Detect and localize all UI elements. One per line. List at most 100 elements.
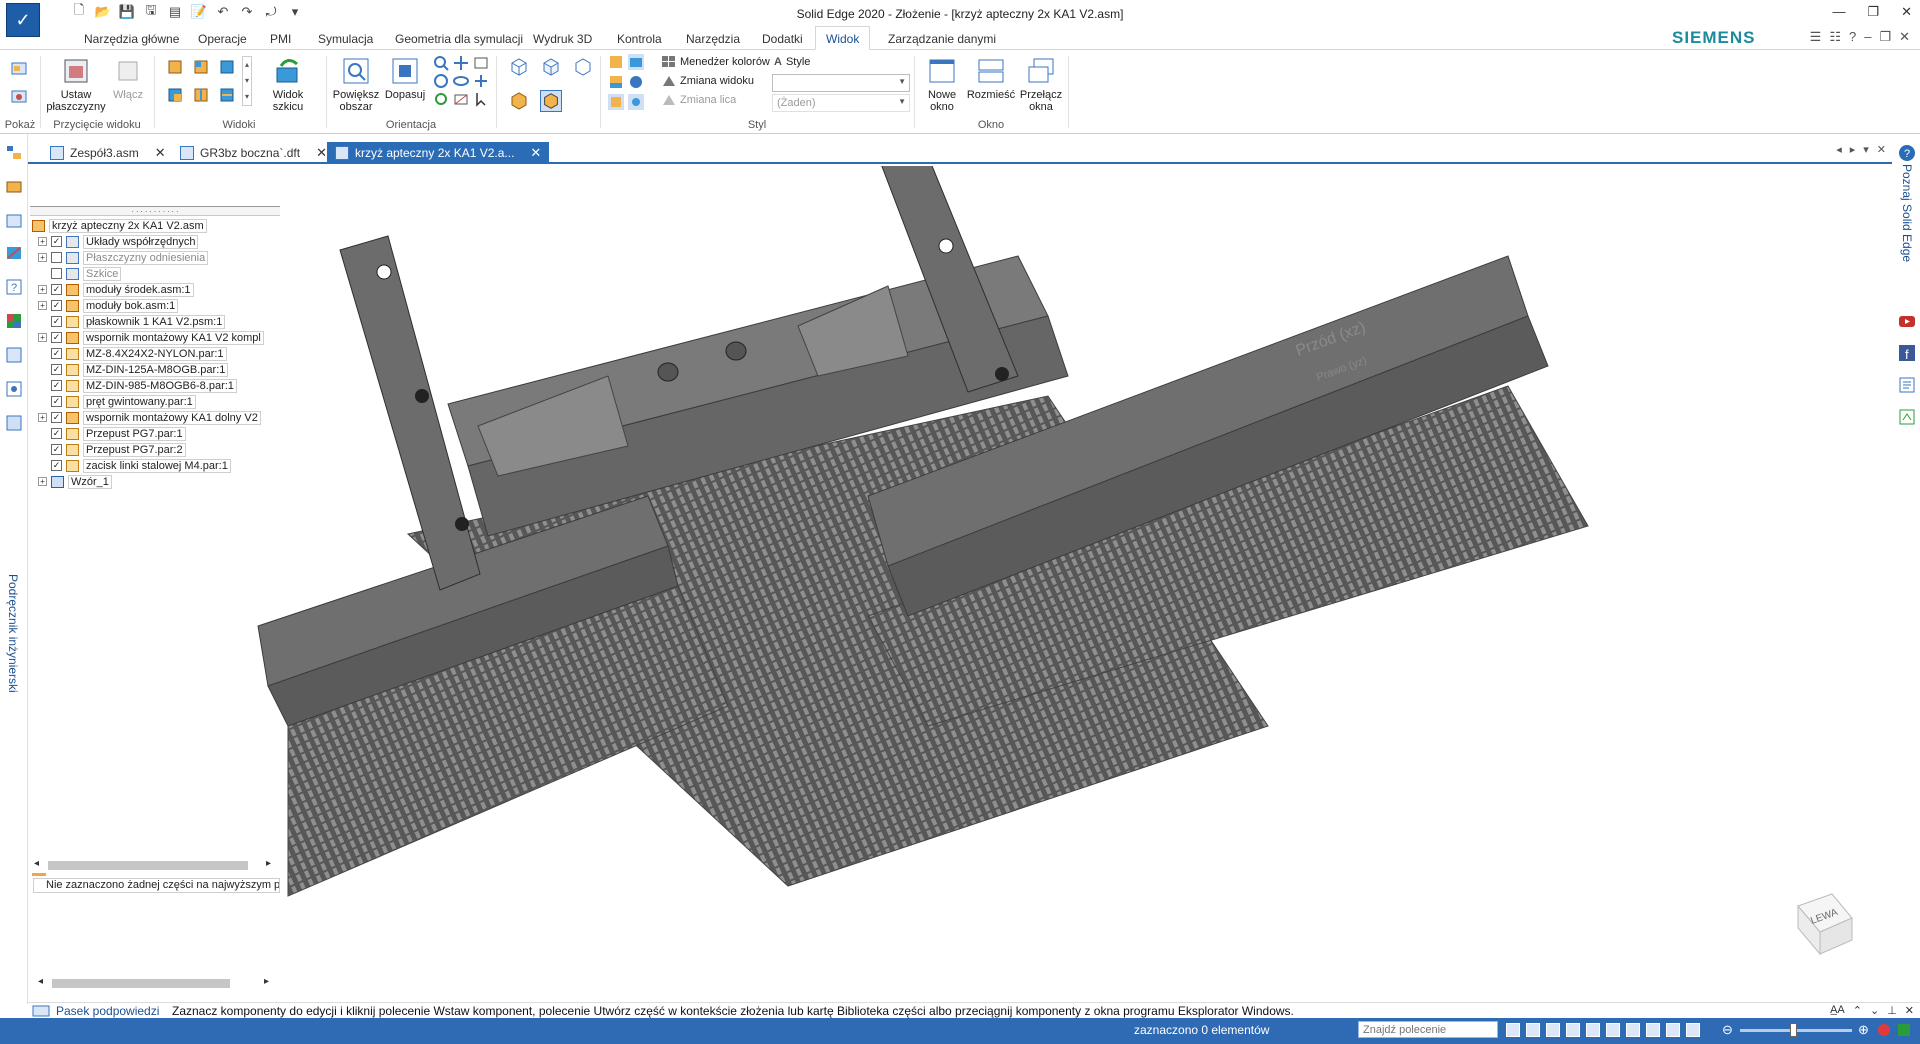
zoom-area-status-icon[interactable] <box>1526 1023 1540 1037</box>
zoom-status-icon[interactable] <box>1546 1023 1560 1037</box>
visibility-checkbox[interactable]: ✓ <box>51 396 62 407</box>
view-override-button[interactable]: Zmiana widoku <box>662 75 754 87</box>
orbit-icon[interactable] <box>432 90 450 108</box>
new-window-button[interactable]: Nowe okno <box>922 56 962 113</box>
tab-narzedzia[interactable]: Narzędzia <box>686 32 740 46</box>
tree-item[interactable]: ✓ pręt gwintowany.par:1 <box>38 394 196 409</box>
news-icon[interactable] <box>1898 376 1916 394</box>
spin-icon[interactable] <box>452 72 470 90</box>
color-palette-icon[interactable] <box>5 312 23 330</box>
family-members-icon[interactable] <box>5 346 23 364</box>
switch-windows-button[interactable]: Przełącz okna <box>1018 56 1064 113</box>
tab-narzedzia-glowne[interactable]: Narzędzia główne <box>84 32 179 46</box>
feature-library-icon[interactable] <box>5 380 23 398</box>
fit-status-icon[interactable] <box>1566 1023 1580 1037</box>
tab-zarzadzanie-danymi[interactable]: Zarządzanie danymi <box>888 32 996 46</box>
tab-scroll-left-icon[interactable]: ◂ <box>1836 143 1842 156</box>
perspective-icon[interactable] <box>608 94 624 110</box>
set-planes-button[interactable]: Ustaw płaszczyzny <box>46 56 106 113</box>
arrange-button[interactable]: Rozmieść <box>966 56 1016 101</box>
tips-icon[interactable] <box>1898 408 1916 426</box>
record-icon[interactable] <box>1878 1024 1890 1036</box>
tree-item[interactable]: ✓ płaskownik 1 KA1 V2.psm:1 <box>38 314 226 329</box>
tree-item[interactable]: ✓ MZ-8.4X24X2-NYLON.par:1 <box>38 346 227 361</box>
style-button[interactable]: A Style <box>774 56 810 68</box>
tree-item[interactable]: + Płaszczyzny odniesienia <box>38 250 209 265</box>
tab-symulacja[interactable]: Symulacja <box>318 32 373 46</box>
tree-horizontal-scrollbar[interactable]: ◂ ▸ <box>30 858 280 872</box>
tree-item[interactable]: ✓ Przepust PG7.par:2 <box>38 442 186 457</box>
zoom-icon[interactable] <box>432 54 450 72</box>
doc-tab-krzyz-apteczny[interactable]: krzyż apteczny 2x KA1 V2.a... ✕ <box>327 142 550 164</box>
wireframe-icon[interactable] <box>508 56 530 78</box>
tab-widok[interactable]: Widok <box>815 26 871 50</box>
pan-icon[interactable] <box>452 54 470 72</box>
zoom-in-icon[interactable]: ⊕ <box>1858 1022 1869 1038</box>
visibility-checkbox[interactable]: ✓ <box>51 428 62 439</box>
previous-view-icon[interactable] <box>472 54 490 72</box>
sketch-view-button[interactable]: Widok szkicu <box>260 56 316 113</box>
help-icon[interactable]: ? <box>1849 29 1856 45</box>
view-right-icon[interactable] <box>218 58 236 76</box>
model-render[interactable]: Przód (xz) Prawo (yz) <box>28 166 1892 1002</box>
tree-item[interactable]: + ✓ wspornik montażowy KA1 dolny V2 <box>38 410 261 425</box>
doc-tab-gr3bz[interactable]: GR3bz boczna`.dft ✕ <box>172 142 335 164</box>
shadow-icon[interactable] <box>608 54 624 70</box>
scroll-left-icon[interactable]: ◂ <box>34 858 39 869</box>
library-icon[interactable] <box>5 178 23 196</box>
show-all-icon[interactable] <box>10 88 28 106</box>
zoom-out-icon[interactable]: ⊖ <box>1722 1022 1733 1038</box>
engineering-reference-icon[interactable] <box>5 414 23 432</box>
pan-status-icon[interactable] <box>1586 1023 1600 1037</box>
view-iso-icon[interactable] <box>166 86 184 104</box>
tab-kontrola[interactable]: Kontrola <box>617 32 662 46</box>
expand-icon[interactable]: + <box>38 253 47 262</box>
rotate-icon[interactable] <box>432 72 450 90</box>
lighting-icon[interactable] <box>628 94 644 110</box>
views-status-icon[interactable] <box>1646 1023 1660 1037</box>
learn-solid-edge-tab[interactable]: Poznaj Solid Edge <box>1900 164 1914 262</box>
select-view-icon[interactable] <box>472 90 490 108</box>
visibility-checkbox[interactable]: ✓ <box>51 284 62 295</box>
visibility-checkbox[interactable]: ✓ <box>51 332 62 343</box>
rotate-status-icon[interactable] <box>1606 1023 1620 1037</box>
reflection-icon[interactable] <box>608 74 624 90</box>
command-finder-icon[interactable] <box>1506 1023 1520 1037</box>
sensors-icon[interactable] <box>5 244 23 262</box>
view-back-icon[interactable] <box>218 86 236 104</box>
visibility-checkbox[interactable]: ✓ <box>51 444 62 455</box>
view-bottom-icon[interactable] <box>192 86 210 104</box>
options-icon[interactable]: ☷ <box>1829 29 1841 45</box>
fit-button[interactable]: Dopasuj <box>384 56 426 101</box>
tab-operacje[interactable]: Operacje <box>198 32 247 46</box>
close-tab-icon[interactable]: ✕ <box>155 145 166 161</box>
tree-item[interactable]: + ✓ moduły środek.asm:1 <box>38 282 194 297</box>
background-icon[interactable] <box>628 74 644 90</box>
upload-icon[interactable] <box>1898 1024 1910 1036</box>
scroll-right-icon[interactable]: ▸ <box>264 976 269 987</box>
face-override-button[interactable]: Zmiana lica <box>662 94 736 106</box>
scroll-thumb[interactable] <box>52 979 230 988</box>
close-tab-icon[interactable]: ✕ <box>530 145 541 161</box>
tab-dodatki[interactable]: Dodatki <box>762 32 803 46</box>
tree-item[interactable]: Szkice <box>38 266 122 281</box>
doc-close-icon[interactable]: ✕ <box>1899 29 1910 45</box>
spin-status-icon[interactable] <box>1626 1023 1640 1037</box>
scroll-up-icon[interactable]: ⌃ <box>1853 1004 1862 1017</box>
tree-item[interactable]: ✓ Przepust PG7.par:1 <box>38 426 186 441</box>
youtube-icon[interactable] <box>1898 312 1916 330</box>
scroll-down-icon[interactable]: ⌄ <box>1870 1004 1879 1017</box>
engineering-reference-tab[interactable]: Podręcznik inżynierski <box>6 574 20 693</box>
tree-root[interactable]: krzyż apteczny 2x KA1 V2.asm <box>32 218 207 233</box>
expand-icon[interactable]: + <box>38 477 47 486</box>
tree-item[interactable]: ✓ MZ-DIN-985-M8OGB6-8.par:1 <box>38 378 237 393</box>
visibility-checkbox[interactable] <box>51 252 62 263</box>
layers-icon[interactable] <box>5 212 23 230</box>
tab-pmi[interactable]: PMI <box>270 32 291 46</box>
view-style-icon[interactable] <box>628 54 644 70</box>
view-front-icon[interactable] <box>192 58 210 76</box>
sketch-plane-icon[interactable] <box>452 90 470 108</box>
doc-minimize-icon[interactable]: – <box>1864 29 1871 45</box>
show-icon[interactable] <box>10 60 28 78</box>
tab-geometria[interactable]: Geometria dla symulacji <box>395 32 523 46</box>
